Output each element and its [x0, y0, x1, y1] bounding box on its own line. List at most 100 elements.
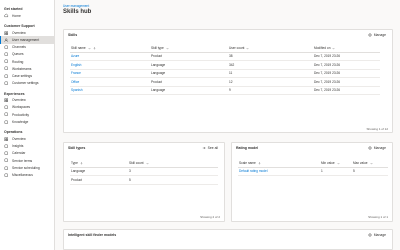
- column-header-min-value[interactable]: Min value: [320, 160, 352, 168]
- sidebar-item-label: Channels: [12, 45, 26, 50]
- workstreams-icon: [4, 66, 9, 71]
- sidebar-item-calendar[interactable]: Calendar: [0, 150, 54, 157]
- sort-up-icon: [93, 47, 96, 50]
- rating-manage-label: Manage: [373, 145, 386, 150]
- sidebar-item-case-settings[interactable]: Case settings: [0, 72, 54, 79]
- table-cell: Language: [70, 167, 128, 176]
- rating-model-pagination: Showing 1 of 1: [368, 215, 388, 219]
- routing-icon: [4, 59, 9, 64]
- table-cell: 9: [228, 86, 313, 95]
- rating-manage-button[interactable]: Manage: [368, 146, 386, 150]
- chevron-down-icon: [88, 47, 91, 50]
- knowledge-icon: [4, 119, 9, 124]
- sidebar-item-overview[interactable]: Overview: [0, 97, 54, 104]
- sort-up-icon: [80, 162, 83, 165]
- users-icon: [4, 37, 9, 42]
- table-cell: Dec 7, 2019 23:26: [313, 86, 380, 95]
- sidebar-item-label: Routing: [12, 59, 24, 64]
- table-cell: 3: [128, 167, 218, 176]
- finder-manage-button[interactable]: Manage: [368, 233, 386, 237]
- sidebar-item-label: Home: [12, 13, 21, 18]
- column-header-user-count[interactable]: User count: [228, 45, 313, 53]
- misc-icon: [4, 172, 9, 177]
- sidebar-item-overview[interactable]: Overview: [0, 29, 54, 36]
- table-cell: Dec 7, 2019 23:26: [313, 69, 380, 78]
- see-all-button[interactable]: See all: [202, 146, 218, 150]
- table-row[interactable]: English Language 342 Dec 7, 2019 23:26: [70, 60, 380, 70]
- sidebar-item-productivity[interactable]: Productivity: [0, 111, 54, 118]
- sidebar-item-knowledge[interactable]: Knowledge: [0, 118, 54, 125]
- table-cell: Dec 7, 2019 23:26: [313, 77, 380, 87]
- sidebar-item-label: Service terms: [12, 158, 33, 163]
- table-row[interactable]: Office Product 12 Dec 7, 2019 23:26: [70, 77, 380, 87]
- sidebar-item-label: Case settings: [12, 73, 32, 78]
- case-icon: [4, 73, 9, 78]
- table-row[interactable]: Spanish Language 9 Dec 7, 2019 23:26: [70, 86, 380, 95]
- sidebar-item-service-scheduling[interactable]: Service scheduling: [0, 164, 54, 171]
- chevron-down-icon: [246, 47, 249, 50]
- skill-types-pagination: Showing 2 of 2: [200, 215, 220, 219]
- sidebar-item-user-management[interactable]: User management: [0, 36, 54, 44]
- table-cell[interactable]: Spanish: [70, 86, 150, 95]
- table-row[interactable]: France Language 11 Dec 7, 2019 23:26: [70, 69, 380, 78]
- skill-types-card: Skill types See all Type Skill count Lan…: [63, 142, 225, 222]
- gear-icon: [368, 33, 372, 36]
- sidebar-item-label: Calendar: [12, 151, 26, 156]
- table-cell[interactable]: France: [70, 69, 150, 78]
- sidebar-item-miscellaneous[interactable]: Miscellaneous: [0, 171, 54, 178]
- rating-model-card: Rating model Manage Scale name Min value…: [231, 142, 393, 222]
- table-cell: Language: [150, 60, 228, 70]
- column-header-skill-name[interactable]: Skill name: [70, 45, 150, 53]
- table-row[interactable]: Language 3: [70, 167, 218, 176]
- sidebar-item-home[interactable]: Home: [0, 12, 54, 19]
- workspaces-icon: [4, 105, 9, 110]
- table-row[interactable]: Product 5: [70, 175, 218, 185]
- sidebar-item-label: Service scheduling: [12, 165, 40, 170]
- customer-icon: [4, 81, 9, 86]
- overview-icon: [4, 137, 9, 142]
- finder-manage-label: Manage: [373, 232, 386, 237]
- table-cell[interactable]: English: [70, 60, 150, 70]
- sidebar-item-label: Workspaces: [12, 105, 31, 110]
- sidebar-item-insights[interactable]: Insights: [0, 143, 54, 150]
- sidebar-item-queues[interactable]: Queues: [0, 51, 54, 58]
- terms-icon: [4, 158, 9, 163]
- skills-table: Skill name Skill type User count Modifie…: [70, 45, 380, 95]
- table-cell: Language: [150, 69, 228, 78]
- chevron-down-icon: [332, 47, 335, 50]
- sidebar-item-channels[interactable]: Channels: [0, 44, 54, 51]
- sidebar-item-overview[interactable]: Overview: [0, 135, 54, 142]
- table-cell: 342: [228, 60, 313, 70]
- sidebar-item-routing[interactable]: Routing: [0, 58, 54, 65]
- column-header-skill-count[interactable]: Skill count: [128, 160, 218, 168]
- table-cell: Product: [150, 52, 228, 61]
- sidebar-item-workstreams[interactable]: Workstreams: [0, 65, 54, 72]
- column-header-scale-name[interactable]: Scale name: [238, 160, 320, 168]
- sidebar-item-label: Customer settings: [12, 81, 39, 86]
- sidebar-item-label: User management: [12, 37, 40, 42]
- table-cell: Dec 7, 2019 23:26: [313, 52, 380, 61]
- table-cell: 12: [228, 77, 313, 87]
- table-cell[interactable]: Office: [70, 77, 150, 87]
- chevron-down-icon: [337, 162, 340, 165]
- table-cell[interactable]: Default rating model: [238, 167, 320, 176]
- sidebar-item-workspaces[interactable]: Workspaces: [0, 104, 54, 111]
- column-header-max-value[interactable]: Max value: [352, 160, 388, 168]
- column-header-modified-on[interactable]: Modified on: [313, 45, 380, 53]
- table-row[interactable]: Default rating model 1 5: [238, 167, 388, 176]
- skill-finder-card: Intelligent skill finder models Manage: [63, 229, 393, 250]
- skill-finder-card-title: Intelligent skill finder models: [68, 233, 117, 237]
- column-header-type[interactable]: Type: [70, 160, 128, 168]
- table-cell: 38: [228, 52, 313, 61]
- table-cell[interactable]: Azure: [70, 52, 150, 61]
- sidebar-item-customer-settings[interactable]: Customer settings: [0, 80, 54, 87]
- channels-icon: [4, 45, 9, 50]
- column-header-skill-type[interactable]: Skill type: [150, 45, 228, 53]
- sidebar: Get started Home Customer Support Overview U…: [0, 0, 55, 250]
- skills-manage-button[interactable]: Manage: [368, 33, 386, 37]
- sidebar-item-label: Overview: [12, 98, 26, 103]
- sidebar-item-label: Workstreams: [12, 66, 32, 71]
- rating-model-table: Scale name Min value Max value Default r…: [238, 160, 388, 176]
- sidebar-item-service-terms[interactable]: Service terms: [0, 157, 54, 164]
- table-row[interactable]: Azure Product 38 Dec 7, 2019 23:26: [70, 52, 380, 61]
